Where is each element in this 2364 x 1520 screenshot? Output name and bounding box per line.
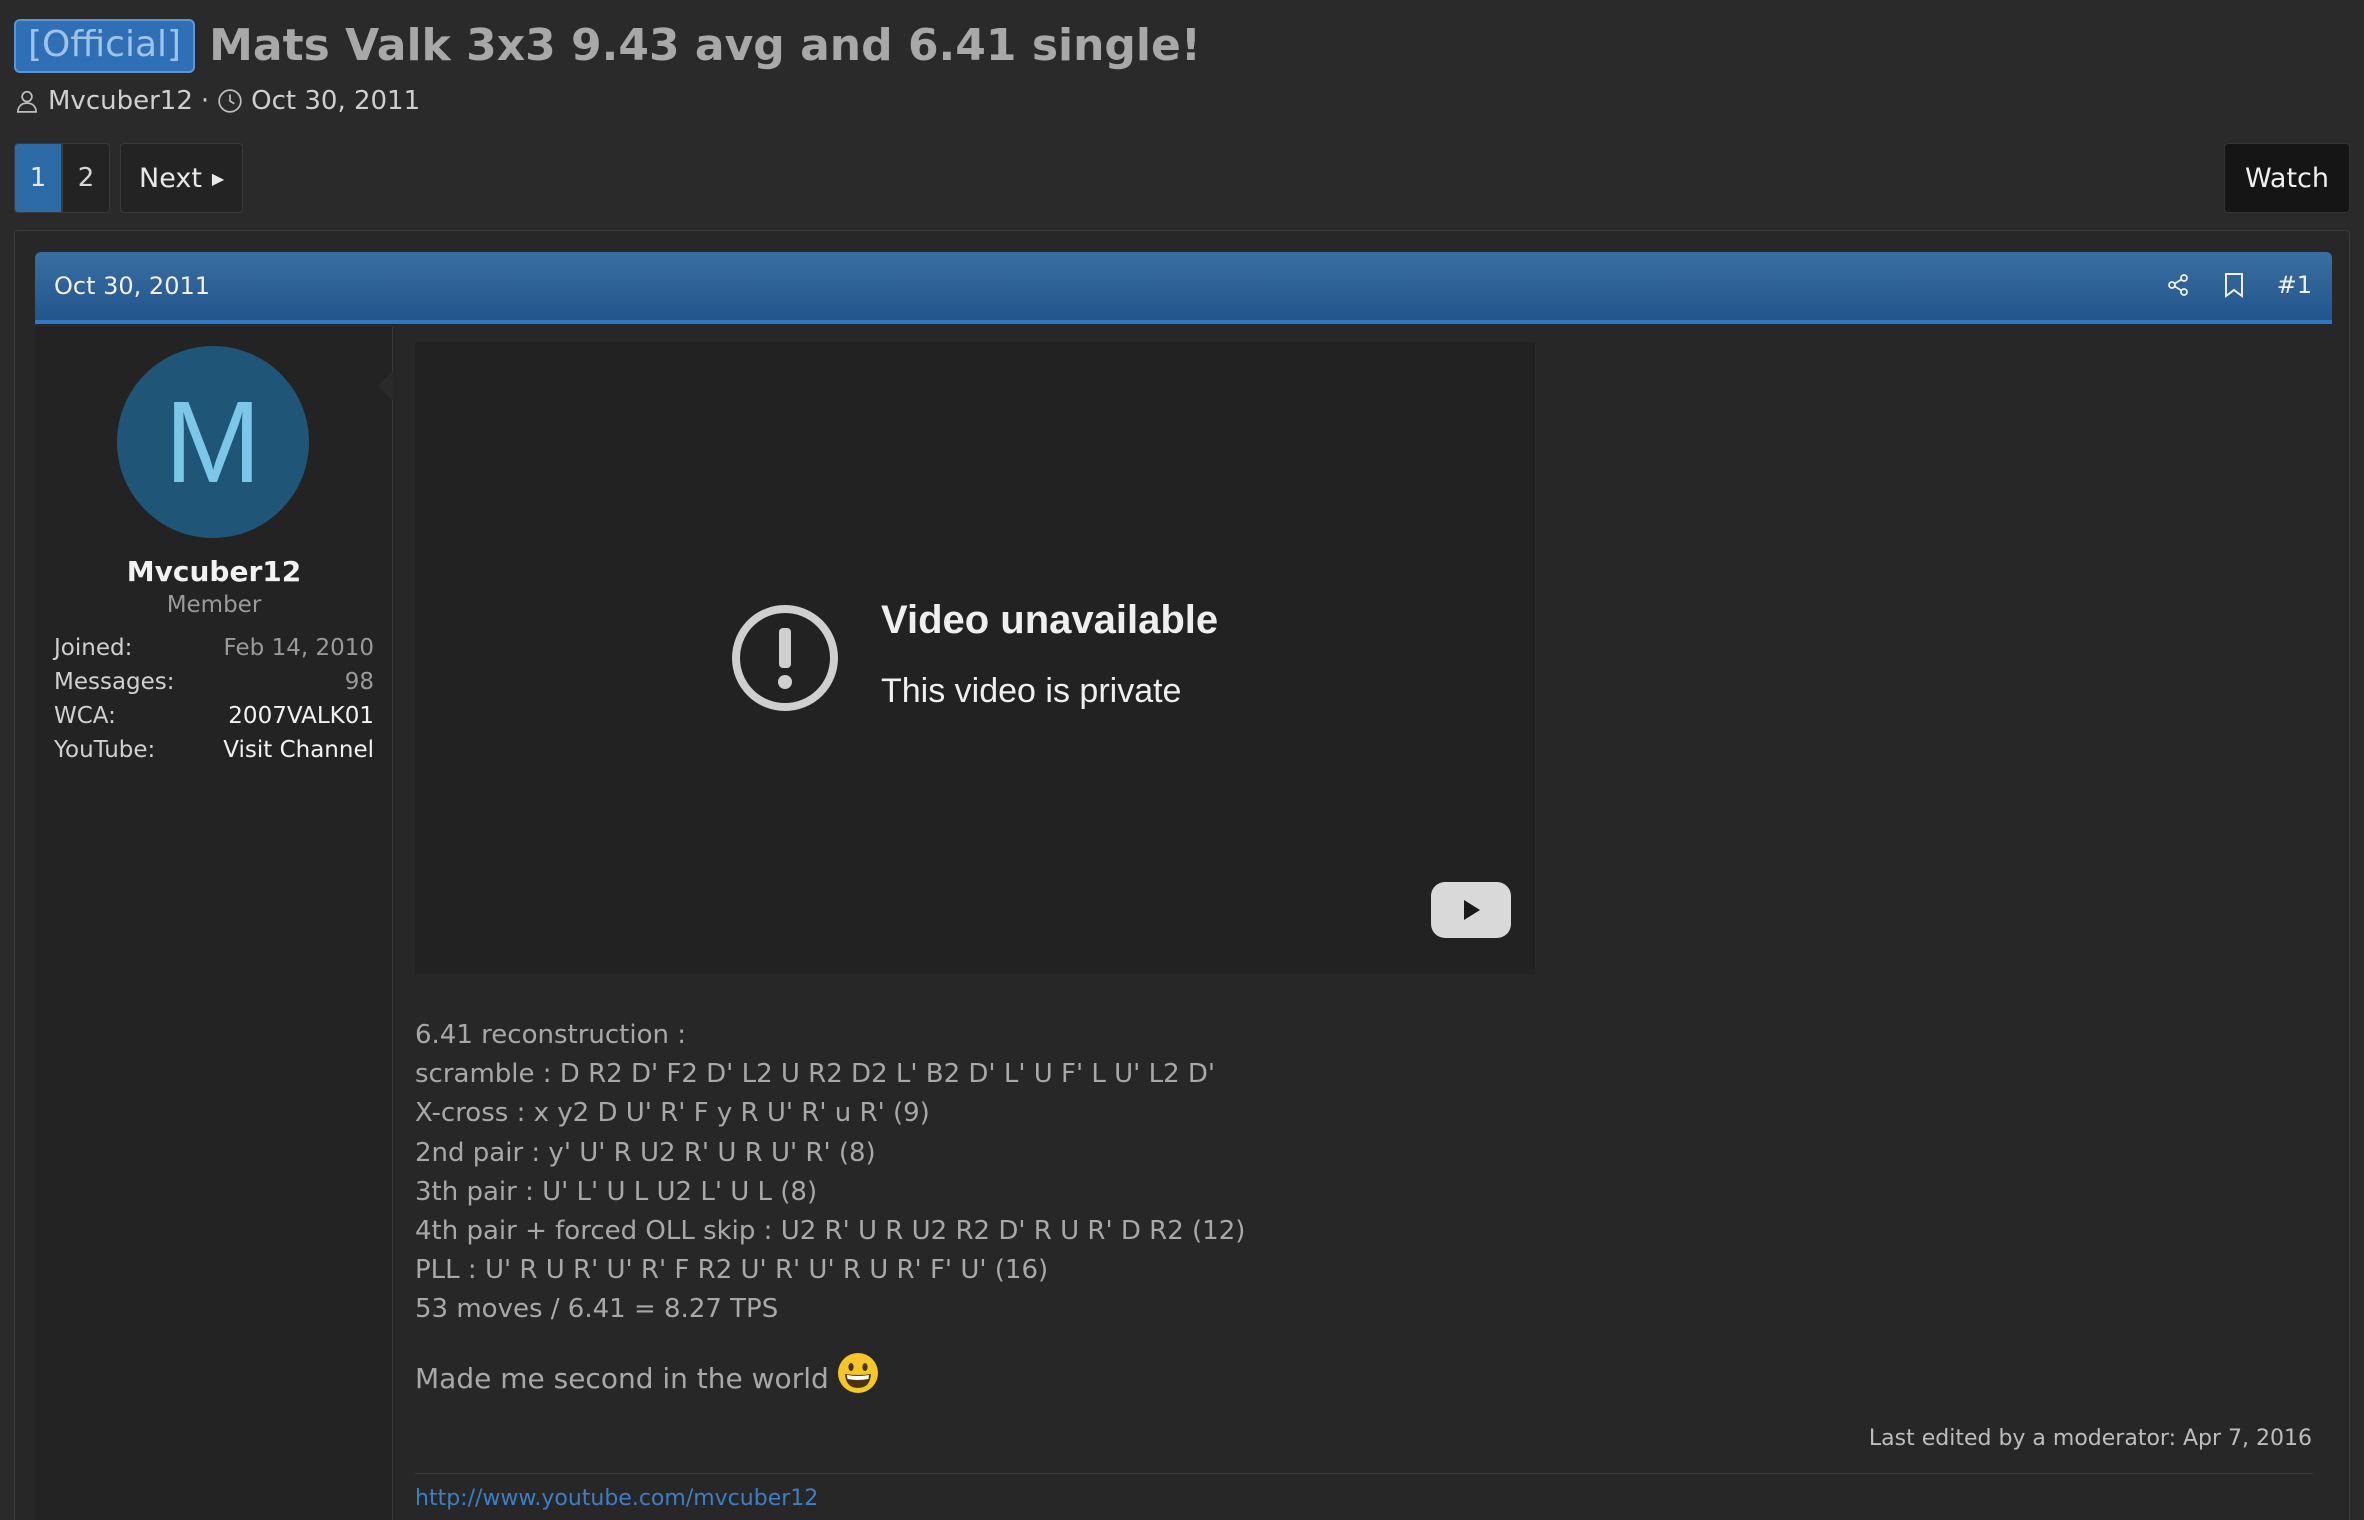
stat-value: 98 bbox=[344, 669, 374, 695]
clock-icon bbox=[218, 89, 242, 113]
video-private-subtitle: This video is private bbox=[881, 672, 1182, 710]
stat-row-messages: Messages: 98 bbox=[54, 665, 374, 699]
stat-label: WCA: bbox=[54, 703, 116, 729]
meta-separator: · bbox=[200, 86, 210, 116]
stat-row-wca: WCA: 2007VALK01 bbox=[54, 699, 374, 733]
user-title: Member bbox=[166, 592, 262, 618]
thread-date-link[interactable]: Oct 30, 2011 bbox=[251, 86, 420, 116]
username-link[interactable]: Mvcuber12 bbox=[35, 555, 393, 588]
post-actions: #1 bbox=[2135, 270, 2312, 300]
youtube-play-icon[interactable] bbox=[1431, 882, 1511, 938]
last-edited-note: Last edited by a moderator: Apr 7, 2016 bbox=[1868, 1426, 2312, 1451]
post-line: X-cross : x y2 D U' R' F y R U' R' u R' … bbox=[415, 1098, 930, 1129]
stat-label: YouTube: bbox=[54, 737, 156, 763]
user-sidebar: M Mvcuber12 Member Joined: Feb 14, 2010 … bbox=[35, 327, 393, 1520]
post-line: 6.41 reconstruction : bbox=[415, 1020, 686, 1050]
youtube-channel-link[interactable]: Visit Channel bbox=[223, 733, 374, 767]
signature-divider bbox=[415, 1473, 2313, 1474]
thread-header: [Official] Mats Valk 3x3 9.43 avg and 6.… bbox=[14, 18, 1201, 74]
post-body: 6.41 reconstruction : scramble : D R2 D'… bbox=[415, 1016, 1245, 1330]
stat-label: Joined: bbox=[54, 635, 133, 661]
share-icon[interactable] bbox=[2165, 270, 2191, 300]
caret-right-icon: ▶ bbox=[211, 168, 225, 188]
message-header: Oct 30, 2011 #1 bbox=[35, 252, 2332, 324]
pagination: 1 2 Next ▶ bbox=[14, 143, 244, 213]
post-final-line: Made me second in the world bbox=[415, 1352, 879, 1395]
page-2-button[interactable]: 2 bbox=[62, 143, 110, 213]
stat-label: Messages: bbox=[54, 669, 175, 695]
grinning-emoji-icon bbox=[837, 1352, 878, 1393]
user-icon bbox=[16, 90, 38, 113]
user-stats: Joined: Feb 14, 2010 Messages: 98 WCA: 2… bbox=[54, 631, 374, 767]
sidebar-arrow bbox=[378, 370, 394, 402]
post-line: PLL : U' R U R' U' R' F R2 U' R' U' R U … bbox=[415, 1255, 1049, 1286]
thread-author-link[interactable]: Mvcuber12 bbox=[48, 86, 193, 116]
stat-row-joined: Joined: Feb 14, 2010 bbox=[54, 631, 374, 665]
page-1-button[interactable]: 1 bbox=[14, 143, 62, 213]
bookmark-icon[interactable] bbox=[2221, 270, 2247, 300]
wca-id-link[interactable]: 2007VALK01 bbox=[228, 699, 374, 733]
thread-title: Mats Valk 3x3 9.43 avg and 6.41 single! bbox=[209, 20, 1201, 71]
thread-prefix-badge[interactable]: [Official] bbox=[14, 19, 196, 73]
post-line: 3th pair : U' L' U L U2 L' U L (8) bbox=[415, 1176, 818, 1207]
avatar[interactable]: M bbox=[117, 346, 309, 538]
post-line: 53 moves / 6.41 = 8.27 TPS bbox=[415, 1294, 779, 1325]
thread-meta: Mvcuber12 · Oct 30, 2011 bbox=[14, 86, 420, 116]
stat-row-youtube: YouTube: Visit Channel bbox=[54, 733, 374, 767]
post-line: scramble : D R2 D' F2 D' L2 U R2 D2 L' B… bbox=[415, 1059, 1216, 1090]
exclamation-circle-icon bbox=[732, 605, 838, 711]
post-number-link[interactable]: #1 bbox=[2277, 271, 2312, 299]
stat-value: Feb 14, 2010 bbox=[223, 635, 374, 661]
post-date-link[interactable]: Oct 30, 2011 bbox=[54, 272, 210, 300]
signature-link[interactable]: http://www.youtube.com/mvcuber12 bbox=[415, 1486, 818, 1511]
next-page-button[interactable]: Next ▶ bbox=[120, 143, 244, 213]
post-line: 2nd pair : y' U' R U2 R' U R U' R' (8) bbox=[415, 1137, 876, 1168]
video-embed[interactable]: Video unavailable This video is private bbox=[415, 342, 1535, 974]
post-line: 4th pair + forced OLL skip : U2 R' U R U… bbox=[415, 1216, 1246, 1247]
video-unavailable-title: Video unavailable bbox=[881, 598, 1219, 642]
post-final-text: Made me second in the world bbox=[415, 1362, 829, 1395]
next-page-label: Next bbox=[139, 162, 202, 194]
watch-button[interactable]: Watch bbox=[2223, 143, 2350, 213]
